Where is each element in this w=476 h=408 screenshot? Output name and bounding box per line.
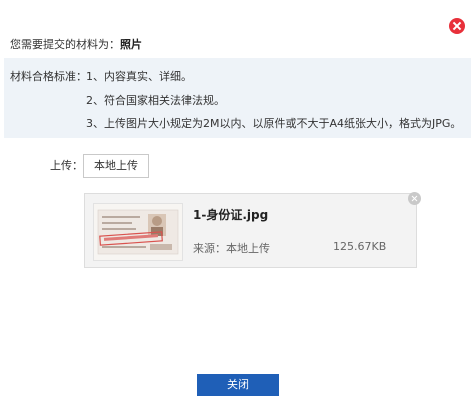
uploaded-file-card: 1-身份证.jpg 来源：本地上传 125.67KB	[84, 193, 417, 268]
id-card-image	[94, 204, 182, 260]
remove-file-icon[interactable]	[408, 192, 421, 205]
local-upload-button[interactable]: 本地上传	[83, 154, 149, 178]
standards-label: 材料合格标准：	[10, 70, 87, 83]
upload-dialog: 您需要提交的材料为：照片 材料合格标准： 1、内容真实、详细。 2、符合国家相关…	[0, 0, 476, 408]
close-icon[interactable]	[449, 18, 465, 34]
material-prompt-value: 照片	[120, 38, 142, 51]
material-prompt: 您需要提交的材料为：照片	[10, 36, 142, 52]
file-name: 1-身份证.jpg	[193, 208, 269, 222]
standard-item: 1、内容真实、详细。	[86, 70, 192, 83]
close-button[interactable]: 关闭	[197, 374, 279, 396]
standard-item: 3、上传图片大小规定为2M以内、以原件或不大于A4纸张大小，格式为JPG。	[86, 117, 462, 130]
standards-panel: 材料合格标准： 1、内容真实、详细。 2、符合国家相关法律法规。 3、上传图片大…	[4, 58, 471, 138]
standard-item: 2、符合国家相关法律法规。	[86, 94, 225, 107]
file-source: 来源：本地上传	[193, 242, 270, 255]
file-size: 125.67KB	[333, 240, 387, 253]
material-prompt-label: 您需要提交的材料为：	[10, 38, 120, 51]
upload-label: 上传：	[50, 159, 83, 172]
file-thumbnail[interactable]	[93, 203, 183, 261]
